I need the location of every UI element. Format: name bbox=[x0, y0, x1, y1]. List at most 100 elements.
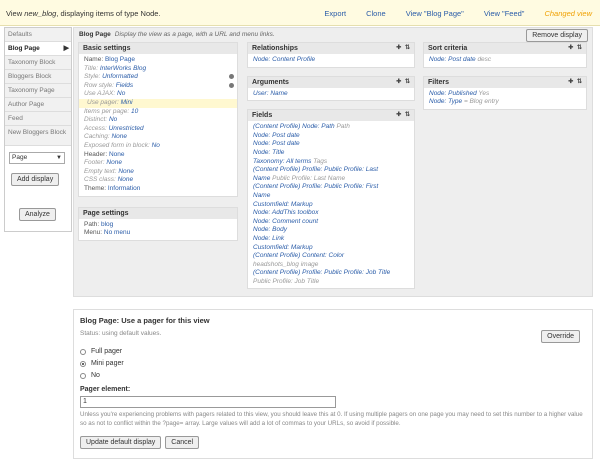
setting-value[interactable]: Unrestricted bbox=[109, 125, 144, 132]
setting-row[interactable]: Caching: None bbox=[84, 133, 232, 142]
add-rearrange-icons[interactable]: ✚ ⇅ bbox=[396, 44, 411, 52]
field-item[interactable]: Name Public Profile: Last Name bbox=[253, 175, 409, 184]
setting-value[interactable]: Information bbox=[108, 185, 141, 192]
field-item-text: (Content Profile) Profile: Public Profil… bbox=[253, 166, 378, 174]
view-blog-page-link[interactable]: View "Blog Page" bbox=[406, 9, 464, 18]
setting-value[interactable]: InterWorks Blog bbox=[100, 65, 146, 72]
radio-icon[interactable] bbox=[80, 349, 86, 355]
display-tab-bloggers-block[interactable]: Bloggers Block bbox=[5, 70, 71, 84]
setting-row[interactable]: Menu: No menu bbox=[84, 229, 232, 238]
add-rearrange-icons[interactable]: ✚ ⇅ bbox=[568, 44, 583, 52]
setting-row[interactable]: Title: InterWorks Blog bbox=[84, 65, 232, 74]
add-rearrange-icons[interactable]: ✚ ⇅ bbox=[568, 78, 583, 86]
radio-icon[interactable] bbox=[80, 361, 86, 367]
pager-option[interactable]: Full pager bbox=[80, 346, 124, 358]
filter-item[interactable]: Node: Type = Blog entry bbox=[429, 98, 581, 107]
cancel-button[interactable]: Cancel bbox=[165, 436, 200, 449]
setting-value[interactable]: 10 bbox=[131, 108, 138, 115]
field-item[interactable]: Public Profile: Job Title bbox=[253, 278, 409, 287]
field-item[interactable]: Node: Comment count bbox=[253, 218, 409, 227]
clone-link[interactable]: Clone bbox=[366, 9, 386, 18]
setting-row[interactable]: Use AJAX: No bbox=[84, 90, 232, 99]
display-tab-defaults[interactable]: Defaults bbox=[5, 28, 71, 42]
setting-row-active[interactable]: Use pager: Mini bbox=[79, 98, 237, 108]
field-item[interactable]: (Content Profile) Profile: Public Profil… bbox=[253, 183, 409, 192]
setting-value[interactable]: No bbox=[152, 142, 160, 149]
display-tab-blog-page[interactable]: Blog Page ▶ bbox=[5, 42, 71, 56]
field-item[interactable]: Node: Post date bbox=[253, 132, 409, 141]
pager-option-label: Full pager bbox=[91, 348, 123, 355]
setting-row[interactable]: Header: None bbox=[84, 151, 232, 160]
field-item[interactable]: Node: Title bbox=[253, 149, 409, 158]
field-item[interactable]: headshots_blog image bbox=[253, 261, 409, 270]
field-item[interactable]: Customfield: Markup bbox=[253, 201, 409, 210]
relationship-item[interactable]: Node: Content Profile bbox=[253, 56, 409, 65]
field-item-text: Node: Body bbox=[253, 226, 287, 234]
display-type-select[interactable]: Page ▼ bbox=[9, 152, 65, 164]
setting-row[interactable]: Path: blog bbox=[84, 221, 232, 230]
setting-row[interactable]: Items per page: 10 bbox=[84, 108, 232, 117]
setting-value[interactable]: Unformatted bbox=[102, 73, 138, 80]
radio-icon[interactable] bbox=[80, 373, 86, 379]
setting-row[interactable]: Access: Unrestricted bbox=[84, 125, 232, 134]
field-item[interactable]: Node: Body bbox=[253, 226, 409, 235]
setting-value[interactable]: No menu bbox=[104, 229, 130, 236]
remove-display-button[interactable]: Remove display bbox=[526, 29, 588, 42]
setting-value[interactable]: None bbox=[118, 168, 134, 175]
setting-value[interactable]: Mini bbox=[121, 99, 133, 106]
setting-value[interactable]: blog bbox=[101, 221, 113, 228]
setting-row[interactable]: Row style: Fields bbox=[84, 82, 234, 91]
setting-row[interactable]: Footer: None bbox=[84, 159, 232, 168]
section-title-text: Arguments bbox=[252, 78, 289, 86]
filter-item[interactable]: Node: Published Yes bbox=[429, 90, 581, 99]
setting-value[interactable]: None bbox=[118, 176, 134, 183]
field-item[interactable]: (Content Profile) Profile: Public Profil… bbox=[253, 166, 409, 175]
update-default-display-button[interactable]: Update default display bbox=[80, 436, 162, 449]
setting-value[interactable]: Fields bbox=[116, 82, 133, 89]
display-tab-feed[interactable]: Feed bbox=[5, 112, 71, 126]
field-item[interactable]: (Content Profile) Profile: Public Profil… bbox=[253, 269, 409, 278]
pager-element-input[interactable]: 1 bbox=[80, 396, 336, 408]
field-item[interactable]: (Content Profile) Node: Path Path bbox=[253, 123, 409, 132]
field-item[interactable]: Node: Post date bbox=[253, 140, 409, 149]
export-link[interactable]: Export bbox=[324, 9, 346, 18]
add-rearrange-icons[interactable]: ✚ ⇅ bbox=[396, 78, 411, 86]
setting-value[interactable]: None bbox=[109, 151, 125, 158]
setting-row[interactable]: Empty text: None bbox=[84, 168, 232, 177]
add-rearrange-icons[interactable]: ✚ ⇅ bbox=[396, 111, 411, 119]
argument-item[interactable]: User: Name bbox=[253, 90, 409, 99]
display-tab-taxonomy-block[interactable]: Taxonomy Block bbox=[5, 56, 71, 70]
pager-option[interactable]: Mini pager bbox=[80, 358, 124, 370]
setting-row[interactable]: Theme: Information bbox=[84, 185, 232, 194]
pager-option[interactable]: No bbox=[80, 370, 124, 382]
gear-icon[interactable] bbox=[229, 74, 234, 80]
header-links: Export Clone View "Blog Page" View "Feed… bbox=[304, 9, 592, 18]
view-feed-link[interactable]: View "Feed" bbox=[484, 9, 525, 18]
setting-row[interactable]: CSS class: None bbox=[84, 176, 232, 185]
field-item[interactable]: Taxonomy: All terms Tags bbox=[253, 158, 409, 167]
analyze-button[interactable]: Analyze bbox=[19, 208, 56, 221]
setting-value[interactable]: No bbox=[117, 90, 125, 97]
setting-value[interactable]: No bbox=[109, 116, 117, 123]
page-settings-section: Page settings Path: blog Menu: No menu bbox=[78, 206, 238, 241]
setting-row[interactable]: Style: Unformatted bbox=[84, 73, 234, 82]
gear-icon[interactable] bbox=[229, 82, 234, 88]
setting-value[interactable]: None bbox=[106, 159, 122, 166]
setting-row[interactable]: Name: Blog Page bbox=[84, 56, 232, 65]
setting-row[interactable]: Exposed form in block: No bbox=[84, 142, 232, 151]
field-item[interactable]: Name bbox=[253, 192, 409, 201]
display-tab-new-bloggers-block[interactable]: New Bloggers Block bbox=[5, 126, 71, 146]
field-item[interactable]: (Content Profile) Content: Color bbox=[253, 252, 409, 261]
override-button[interactable]: Override bbox=[541, 330, 580, 343]
display-tab-taxonomy-page[interactable]: Taxonomy Page bbox=[5, 84, 71, 98]
setting-value[interactable]: None bbox=[111, 133, 127, 140]
sort-item[interactable]: Node: Post date desc bbox=[429, 56, 581, 65]
sort-item-label: desc bbox=[477, 56, 492, 63]
field-item[interactable]: Node: Link bbox=[253, 235, 409, 244]
add-display-button[interactable]: Add display bbox=[11, 173, 60, 186]
setting-row[interactable]: Distinct: No bbox=[84, 116, 232, 125]
display-tab-author-page[interactable]: Author Page bbox=[5, 98, 71, 112]
setting-value[interactable]: Blog Page bbox=[105, 56, 135, 63]
field-item[interactable]: Customfield: Markup bbox=[253, 244, 409, 253]
field-item[interactable]: Node: AddThis toolbox bbox=[253, 209, 409, 218]
